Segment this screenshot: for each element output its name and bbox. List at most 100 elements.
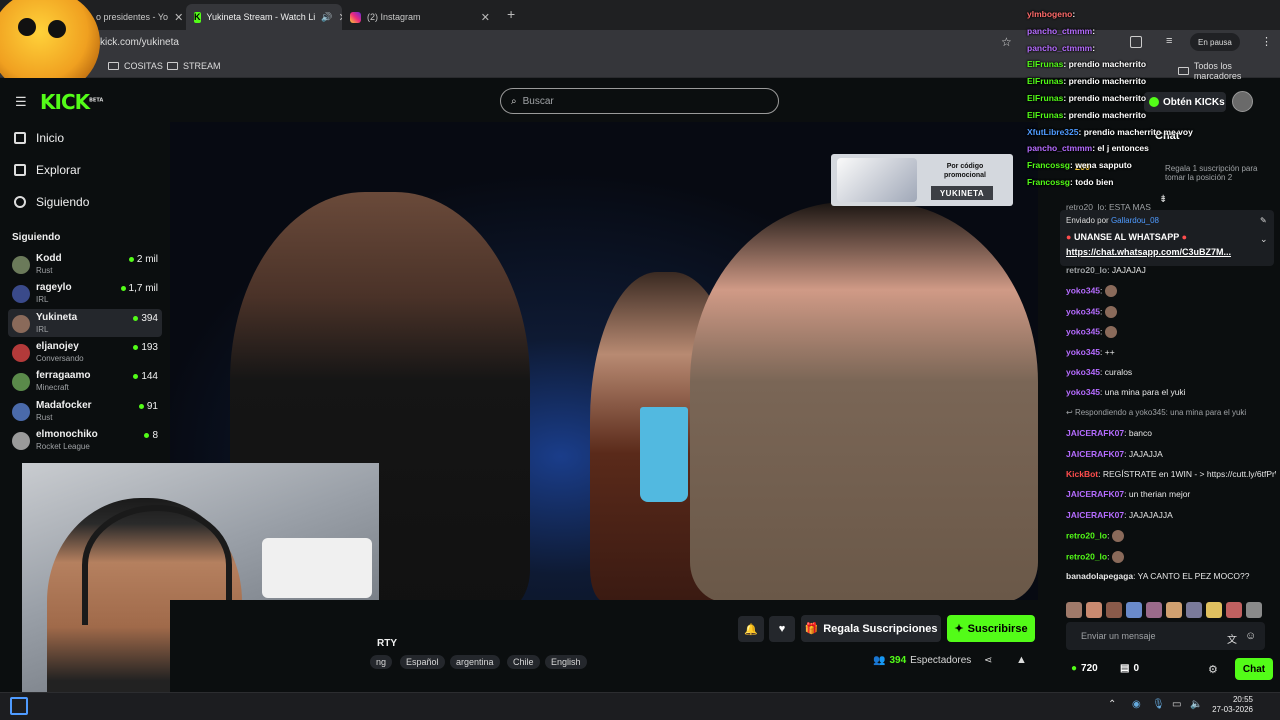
chat-username[interactable]: JAICERAFK07: [1066, 449, 1124, 459]
sidebar-channel-yukineta[interactable]: Yukineta IRL 394: [8, 308, 162, 337]
start-icon[interactable]: [10, 697, 28, 715]
kick-logo[interactable]: KICKBETA: [40, 90, 103, 114]
media-control-icon[interactable]: ≡: [1166, 35, 1172, 47]
tab-label: Yukineta Stream - Watch Li: [206, 12, 316, 22]
bookmark-stream[interactable]: STREAM: [167, 61, 221, 71]
chat-message: banadolapegaga: YA CANTO EL PEZ MOCO??: [1066, 571, 1250, 581]
share-icon[interactable]: ⋖: [984, 655, 992, 666]
tab-kick-stream[interactable]: K Yukineta Stream - Watch Li 🔊 ✕: [186, 4, 342, 30]
tag-4[interactable]: English: [545, 655, 587, 669]
overlay-chat-message: ElFrunas: prendio macherrito: [1027, 76, 1147, 87]
microphone-tray-icon[interactable]: 🎙: [1152, 699, 1165, 710]
overlay-text: wena sapputo: [1075, 160, 1132, 171]
browser-menu-icon[interactable]: ⋮: [1261, 35, 1272, 48]
tag-0[interactable]: ng: [370, 655, 393, 669]
chat-username[interactable]: yoko345: [1066, 306, 1100, 316]
chat-text: banco: [1128, 428, 1153, 439]
search-icon: ⌕: [511, 95, 517, 107]
chat-username[interactable]: retro20_lo: [1066, 530, 1107, 540]
nav-siguiendo[interactable]: Siguiendo: [14, 195, 89, 209]
nav-explorar[interactable]: Explorar: [14, 163, 81, 177]
chat-username[interactable]: JAICERAFK07: [1066, 489, 1124, 499]
extensions-icon[interactable]: [1130, 36, 1142, 48]
sidebar-channel-ferragaamo[interactable]: ferragaamo Minecraft 144: [8, 367, 162, 395]
chat-username[interactable]: retro20_lo: [1066, 551, 1107, 561]
monitor-tray-icon[interactable]: ▭: [1172, 699, 1181, 710]
translate-icon[interactable]: 文: [1227, 631, 1237, 646]
chat-username[interactable]: JAICERAFK07: [1066, 428, 1124, 438]
chat-text: JAJAJAJJA: [1128, 509, 1173, 520]
overlay-username: pancho_ctmmm: [1027, 42, 1093, 53]
sidebar-channel-eljanojey[interactable]: eljanojey Conversando 193: [8, 338, 162, 366]
chat-username[interactable]: yoko345: [1066, 367, 1100, 377]
chat-username[interactable]: yoko345: [1066, 286, 1100, 296]
chat-message: JAICERAFK07: un therian mejor: [1066, 489, 1191, 500]
tag-3[interactable]: Chile: [507, 655, 540, 669]
gift-subs-button[interactable]: 🎁 Regala Suscripciones: [801, 615, 941, 642]
gift-prompt[interactable]: Regala 1 suscripción para tomar la posic…: [1165, 164, 1275, 182]
unpin-icon[interactable]: ✎: [1260, 216, 1267, 225]
overlay-username: pancho_ctmmm: [1027, 25, 1093, 36]
emoji-picker-icon[interactable]: ☺: [1245, 630, 1256, 642]
chat-message: yoko345:: [1066, 326, 1276, 339]
overlay-chat-message: pancho_ctmmm:: [1027, 42, 1096, 53]
clock[interactable]: 20:55 27-03-2026: [1209, 695, 1253, 715]
get-kicks-button[interactable]: Obtén KICKs: [1144, 92, 1226, 112]
profile-paused-button[interactable]: En pausa: [1190, 33, 1240, 51]
channel-name: Yukineta: [36, 311, 78, 323]
tab-presidentes[interactable]: o presidentes - Yo ✕: [88, 4, 186, 30]
sidebar-channel-rageylo[interactable]: rageylo IRL 1,7 mil: [8, 279, 162, 307]
channel-viewers: 144: [133, 371, 158, 382]
pinned-text: ● UNANSE AL WHATSAPP ●: [1066, 232, 1188, 242]
close-tab-icon[interactable]: ✕: [174, 11, 183, 24]
overlay-username: ElFrunas: [1027, 59, 1064, 70]
star-icon: ✦: [954, 623, 964, 635]
avatar: [12, 285, 30, 304]
store-count[interactable]: ▤ 0: [1120, 663, 1139, 674]
avatar: [12, 314, 30, 333]
follow-heart-button[interactable]: ♥: [769, 616, 795, 642]
new-tab-button[interactable]: +: [507, 6, 515, 22]
all-bookmarks[interactable]: Todos los marcadores: [1178, 61, 1280, 81]
chat-send-button[interactable]: Chat: [1235, 658, 1273, 680]
close-tab-icon[interactable]: ✕: [481, 11, 490, 24]
chat-username[interactable]: banadolapegaga: [1066, 571, 1133, 581]
sidebar-channel-kodd[interactable]: Kodd Rust 2 mil: [8, 250, 162, 278]
chat-message: yoko345: ++: [1066, 346, 1115, 357]
chat-username[interactable]: JAICERAFK07: [1066, 510, 1124, 520]
tray-expand-icon[interactable]: ⌃: [1108, 699, 1116, 710]
nav-inicio[interactable]: Inicio: [14, 131, 64, 145]
bookmark-star-icon[interactable]: ☆: [1001, 35, 1012, 49]
chat-message: retro20_lo: JAJAJAJ: [1066, 265, 1146, 275]
sidebar-channel-madafocker[interactable]: Madafocker Rust 91: [8, 397, 162, 425]
user-avatar[interactable]: [1232, 91, 1253, 112]
volume-tray-icon[interactable]: 🔈: [1190, 699, 1202, 710]
overlay-chat-message: pancho_ctmmm:: [1027, 25, 1096, 36]
notification-bell-button[interactable]: 🔔: [738, 616, 764, 642]
hamburger-menu-icon[interactable]: ☰: [15, 94, 27, 110]
pinned-message[interactable]: Enviado por Gallardou_08 ✎ ● UNANSE AL W…: [1060, 210, 1274, 266]
tag-1[interactable]: Español: [400, 655, 445, 669]
speaker-icon[interactable]: 🔊: [321, 12, 332, 23]
chat-settings-icon[interactable]: ⚙: [1208, 663, 1218, 676]
subscribe-button[interactable]: ✦ Suscribirse: [947, 615, 1035, 642]
search-input[interactable]: ⌕ Buscar: [500, 88, 779, 114]
overlay-chat-message: ElFrunas: prendio macherrito: [1027, 109, 1147, 120]
gift-icon: 🎁: [804, 623, 819, 635]
sidebar-channel-elmonochiko[interactable]: elmonochiko Rocket League 8: [8, 426, 162, 454]
bookmark-cositas[interactable]: COSITAS: [108, 61, 163, 71]
chevron-down-icon[interactable]: ⌄: [1260, 234, 1268, 245]
chat-username[interactable]: yoko345: [1066, 347, 1100, 357]
tab-instagram[interactable]: (2) Instagram ✕: [342, 4, 498, 30]
chat-username[interactable]: yoko345: [1066, 326, 1100, 336]
chat-username[interactable]: KickBot: [1066, 469, 1098, 479]
chat-username[interactable]: retro20_lo: [1066, 265, 1107, 275]
url-input[interactable]: kick.com/yukineta: [100, 34, 1020, 52]
kicks-balance[interactable]: ● 720: [1071, 663, 1098, 674]
chat-username[interactable]: yoko345: [1066, 387, 1100, 397]
chat-text: JAJAJJA: [1128, 448, 1163, 459]
network-tray-icon[interactable]: ◉: [1132, 699, 1141, 710]
report-icon[interactable]: ▲: [1016, 654, 1027, 666]
tag-2[interactable]: argentina: [450, 655, 500, 669]
pinned-link[interactable]: https://chat.whatsapp.com/C3uBZ7M...: [1066, 247, 1231, 257]
